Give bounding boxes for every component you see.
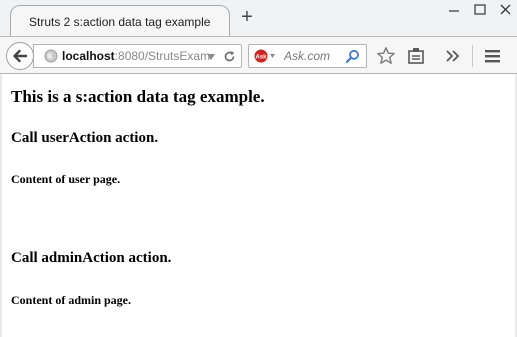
overflow-chevron-icon[interactable] (442, 46, 462, 66)
url-host: localhost (62, 49, 115, 63)
url-bar[interactable]: localhost:8080/StrutsExam (33, 44, 242, 68)
back-arrow-icon (13, 49, 28, 63)
maximize-button[interactable] (466, 0, 494, 20)
active-tab[interactable]: Struts 2 s:action data tag example (10, 5, 230, 37)
globe-icon (44, 49, 58, 63)
title-bar: Struts 2 s:action data tag example + (0, 0, 517, 37)
dropdown-arrow-icon[interactable] (206, 52, 216, 62)
page-content: This is a s:action data tag example. Cal… (0, 74, 517, 337)
navigation-toolbar: localhost:8080/StrutsExam Ask Ask.com (0, 36, 517, 74)
plus-icon: + (241, 6, 253, 28)
new-tab-button[interactable]: + (238, 6, 256, 28)
page-heading: This is a s:action data tag example. (11, 87, 265, 106)
search-placeholder: Ask.com (284, 49, 331, 63)
reload-icon[interactable] (223, 50, 236, 63)
star-icon[interactable] (376, 46, 396, 66)
minimize-button[interactable] (440, 0, 468, 20)
back-button[interactable] (6, 42, 34, 70)
url-text: localhost:8080/StrutsExam (62, 49, 210, 63)
tab-title: Struts 2 s:action data tag example (29, 15, 211, 29)
user-action-title: Call userAction action. (11, 130, 159, 146)
admin-action-title: Call adminAction action. (11, 250, 172, 266)
search-bar[interactable]: Ask Ask.com (248, 44, 367, 68)
search-icon[interactable] (345, 49, 360, 64)
toolbar-separator (472, 45, 473, 67)
url-path: :8080/StrutsExam (114, 49, 211, 63)
close-window-button[interactable] (492, 0, 517, 20)
window-frame-left (0, 74, 2, 337)
user-page-content: Content of user page. (11, 172, 121, 186)
ask-logo-icon: Ask (254, 49, 275, 63)
hamburger-menu-icon[interactable] (482, 46, 502, 66)
svg-text:Ask: Ask (255, 55, 267, 61)
admin-page-content: Content of admin page. (11, 293, 132, 307)
reading-list-icon[interactable] (406, 46, 426, 66)
